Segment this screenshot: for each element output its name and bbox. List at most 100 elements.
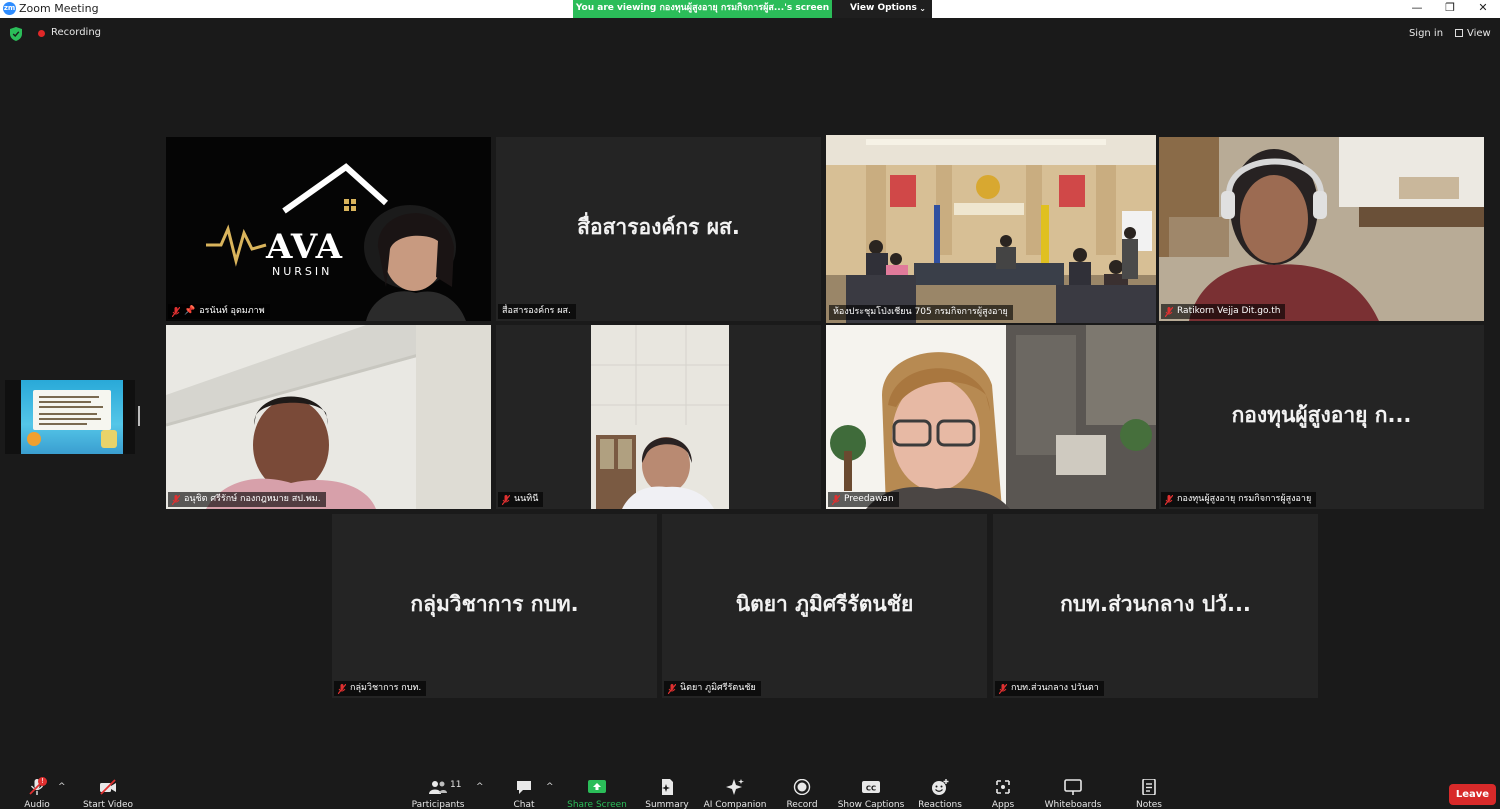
svg-text:CC: CC (866, 785, 876, 793)
mic-muted-icon (1165, 306, 1173, 317)
participant-name: กองทุนผู้สูงอายุ กรมกิจการผู้สูงอายุ (1177, 494, 1312, 504)
notes-button[interactable]: Notes (1134, 770, 1164, 809)
ai-companion-button[interactable]: AI Companion (704, 770, 766, 809)
reactions-button[interactable]: Reactions (918, 770, 962, 809)
participant-tile-10[interactable]: นิตยา ภูมิศรีรัตนชัย นิตยา ภูมิศรีรัตนชั… (662, 514, 987, 698)
recording-dot-icon (38, 30, 45, 37)
participant-tile-3[interactable]: ห้องประชุมโป่งเชียน 705 กรมกิจการผู้สูงอ… (826, 135, 1156, 323)
share-screen-label: Share Screen (567, 800, 627, 809)
participant-tile-5[interactable]: อนุชิต ศรีรักษ์ กองกฎหมาย สป.พม. (166, 325, 491, 509)
whiteboards-label: Whiteboards (1044, 800, 1102, 809)
chat-label: Chat (513, 800, 535, 809)
participant-tile-4[interactable]: Ratikorn Vejja Dit.go.th (1159, 137, 1484, 321)
participant-name: นนทินี (514, 494, 539, 504)
participant-name-tag: Ratikorn Vejja Dit.go.th (1161, 304, 1286, 319)
mic-muted-icon (172, 306, 180, 317)
chat-button[interactable]: Chat (509, 770, 539, 809)
participant-display-name: นิตยา ภูมิศรีรัตนชัย (735, 591, 914, 616)
chevron-down-icon: ⌄ (919, 4, 926, 13)
start-video-button[interactable]: Start Video (83, 770, 133, 809)
mic-muted-icon (338, 683, 346, 694)
participant-name: Preedawan (844, 494, 894, 504)
close-button[interactable]: ✕ (1466, 0, 1500, 18)
chat-options-caret-icon[interactable]: ^ (546, 782, 554, 792)
apps-icon (996, 780, 1010, 794)
participant-name-tag: อนุชิต ศรีรักษ์ กองกฎหมาย สป.พม. (168, 492, 326, 507)
participant-name: นิตยา ภูมิศรีรัตนชัย (680, 683, 756, 693)
participant-name: Ratikorn Vejja Dit.go.th (1177, 306, 1281, 316)
recording-label[interactable]: Recording (51, 27, 101, 38)
view-options-button[interactable]: View Options ⌄ (832, 0, 932, 18)
record-icon (793, 779, 811, 795)
mic-muted-icon (999, 683, 1007, 694)
mic-muted-icon (668, 683, 676, 694)
meeting-toolbar: ! Audio ^ Start Video 11 Participants ^ … (0, 770, 1500, 809)
security-shield-icon[interactable] (10, 27, 22, 41)
participant-name: อนุชิต ศรีรักษ์ กองกฎหมาย สป.พม. (184, 494, 321, 504)
restore-button[interactable]: ❐ (1433, 0, 1467, 18)
ai-companion-label: AI Companion (703, 800, 767, 809)
thumbnail-resize-handle[interactable] (138, 406, 140, 426)
sign-in-button[interactable]: Sign in (1404, 26, 1448, 43)
participant-name: ห้องประชุมโป่งเชียน 705 กรมกิจการผู้สูงอ… (833, 307, 1008, 317)
participant-tile-8[interactable]: กองทุนผู้สูงอายุ ก... กองทุนผู้สูงอายุ ก… (1159, 325, 1484, 509)
participant-tile-7[interactable]: Preedawan (826, 325, 1156, 509)
share-screen-button[interactable]: Share Screen (567, 770, 627, 809)
minimize-button[interactable]: — (1400, 0, 1434, 18)
summary-label: Summary (645, 800, 689, 809)
participant-display-name: กลุ่มวิชาการ กบท. (410, 591, 579, 616)
audio-options-caret-icon[interactable]: ^ (58, 782, 66, 792)
zoom-app-icon: zm (3, 2, 16, 15)
participants-button[interactable]: 11 Participants (412, 770, 465, 809)
view-options-label: View Options (850, 3, 917, 13)
participant-display-name: สื่อสารองค์กร ผส. (577, 214, 740, 239)
participants-label: Participants (411, 800, 465, 809)
participant-name-tag: สื่อสารองค์กร ผส. (498, 304, 576, 319)
ai-sparkle-icon (726, 779, 744, 795)
participant-name: กบท.ส่วนกลาง ปวันตา (1011, 683, 1099, 693)
chat-bubble-icon (517, 781, 531, 794)
video-feed (826, 325, 1156, 509)
video-feed: AVA NURSIN (166, 137, 491, 321)
participant-display-name: กองทุนผู้สูงอายุ ก... (1231, 402, 1412, 427)
participant-name-tag: กลุ่มวิชาการ กบท. (334, 681, 427, 696)
reactions-smiley-icon (932, 779, 949, 795)
audio-label: Audio (24, 800, 50, 809)
whiteboard-icon (1064, 779, 1082, 795)
show-captions-button[interactable]: CC Show Captions (838, 770, 904, 809)
whiteboards-button[interactable]: Whiteboards (1045, 770, 1101, 809)
participant-name: กลุ่มวิชาการ กบท. (350, 683, 422, 693)
video-feed (1159, 137, 1484, 321)
record-button[interactable]: Record (786, 770, 818, 809)
participant-tile-11[interactable]: กบท.ส่วนกลาง ปวั... กบท.ส่วนกลาง ปวันตา (993, 514, 1318, 698)
summary-button[interactable]: Summary (645, 770, 689, 809)
participant-name-tag: ห้องประชุมโป่งเชียน 705 กรมกิจการผู้สูงอ… (829, 305, 1013, 320)
participants-count: 11 (450, 780, 462, 790)
summary-document-icon (662, 779, 673, 795)
video-off-icon (100, 779, 116, 795)
participants-options-caret-icon[interactable]: ^ (476, 782, 484, 792)
participant-tile-6[interactable]: นนทินี (496, 325, 821, 509)
window-title: Zoom Meeting (19, 2, 99, 15)
logo-text: AVA (266, 227, 344, 267)
leave-button[interactable]: Leave (1449, 784, 1496, 805)
notes-icon (1142, 779, 1156, 795)
logo-subtext: NURSIN (272, 265, 333, 278)
audio-warning-badge: ! (38, 777, 47, 786)
participant-tile-2[interactable]: สื่อสารองค์กร ผส. สื่อสารองค์กร ผส. (496, 137, 821, 321)
screen-share-thumbnail[interactable] (5, 380, 135, 454)
apps-button[interactable]: Apps (988, 770, 1018, 809)
meeting-top-strip: Recording Sign in View (0, 18, 1500, 50)
pin-icon: 📌 (184, 306, 196, 316)
participant-tile-1[interactable]: AVA NURSIN 📌 อรนันท์ อุดมภาพ (166, 137, 491, 321)
mic-muted-icon (172, 494, 180, 505)
participant-tile-9[interactable]: กลุ่มวิชาการ กบท. กลุ่มวิชาการ กบท. (332, 514, 657, 698)
participants-icon (429, 781, 447, 794)
participant-name-tag: Preedawan (828, 492, 899, 507)
view-button[interactable]: View (1455, 26, 1495, 43)
participant-name: สื่อสารองค์กร ผส. (502, 306, 571, 316)
record-label: Record (786, 800, 818, 809)
audio-button[interactable]: ! Audio (22, 770, 52, 809)
participant-name: อรนันท์ อุดมภาพ (199, 306, 265, 316)
reactions-label: Reactions (918, 800, 962, 809)
